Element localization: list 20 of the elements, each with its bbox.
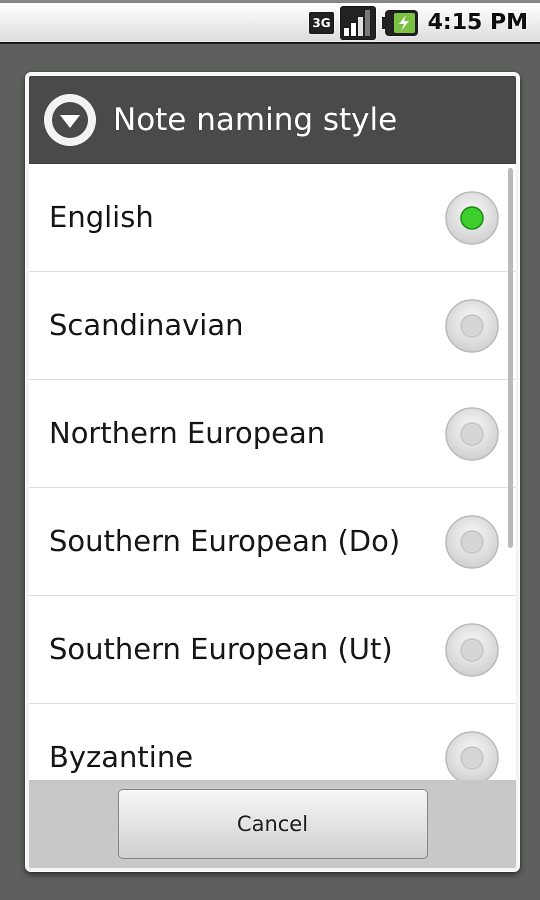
- option-label: English: [49, 200, 154, 235]
- radio-button[interactable]: [444, 190, 500, 246]
- cancel-button[interactable]: Cancel: [118, 789, 428, 859]
- dialog-title: Note naming style: [113, 102, 398, 138]
- option-row[interactable]: Southern European (Ut): [29, 596, 516, 704]
- option-label: Byzantine: [49, 740, 194, 775]
- dropdown-icon: [43, 93, 97, 147]
- radio-button[interactable]: [444, 514, 500, 570]
- radio-button[interactable]: [444, 298, 500, 354]
- clock: 4:15 PM: [428, 10, 528, 35]
- option-label: Southern European (Ut): [49, 632, 393, 667]
- battery-charging-icon: [382, 10, 418, 36]
- option-label: Southern European (Do): [49, 524, 400, 559]
- network-type-icon: 3G: [309, 12, 334, 34]
- radio-button[interactable]: [444, 622, 500, 678]
- option-label: Northern European: [49, 416, 326, 451]
- radio-button[interactable]: [444, 406, 500, 462]
- option-row[interactable]: Southern European (Do): [29, 488, 516, 596]
- signal-icon: [340, 6, 376, 40]
- option-label: Scandinavian: [49, 308, 244, 343]
